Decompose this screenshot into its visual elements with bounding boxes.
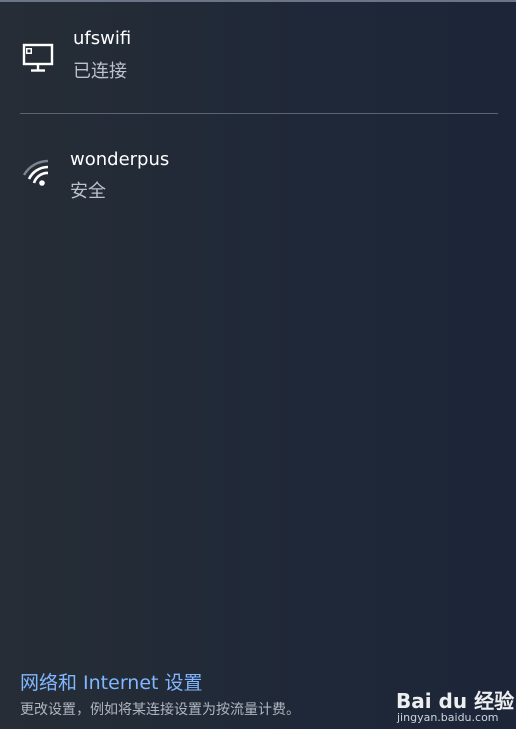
network-item-wonderpus[interactable]: wonderpus 安全 — [0, 140, 516, 218]
wifi-signal-icon — [20, 155, 60, 195]
watermark-site: jingyan.baidu.com — [397, 711, 499, 724]
network-name: ufswifi — [73, 28, 132, 49]
network-item-ufswifi[interactable]: ufswifi 已连接 — [0, 20, 516, 98]
baidu-jingyan-watermark: Bai du 经验 jingyan.baidu.com — [396, 685, 514, 725]
divider — [20, 113, 498, 114]
ethernet-monitor-icon — [18, 38, 58, 78]
network-name: wonderpus — [70, 149, 170, 170]
settings-description: 更改设置，例如将某连接设置为按流量计费。 — [20, 702, 300, 718]
network-status: 安全 — [70, 181, 106, 202]
network-flyout: ufswifi 已连接 wonderpus 安全 网络和 Internet 设置… — [0, 0, 516, 729]
network-status: 已连接 — [73, 61, 127, 82]
network-internet-settings-link[interactable]: 网络和 Internet 设置 — [20, 668, 203, 695]
watermark-logo: Bai du 经验 — [396, 689, 515, 713]
